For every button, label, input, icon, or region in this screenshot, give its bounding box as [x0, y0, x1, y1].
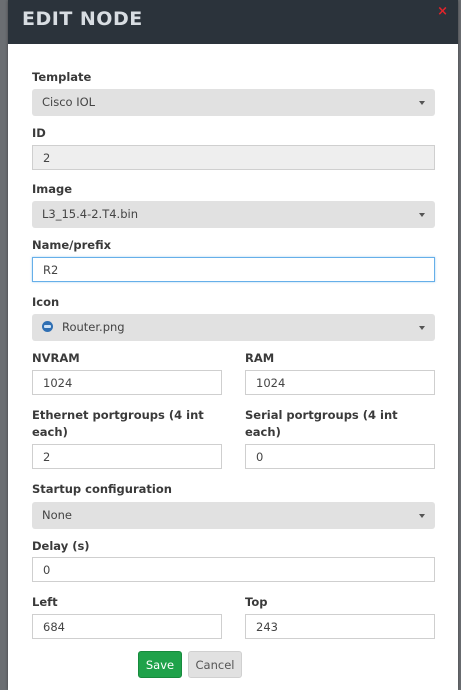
startup-select[interactable]: None [32, 502, 435, 529]
id-field [32, 145, 435, 170]
image-select[interactable]: L3_15.4-2.T4.bin [32, 201, 435, 228]
nvram-label: NVRAM [32, 351, 80, 365]
chevron-down-icon [419, 101, 425, 105]
chevron-down-icon [419, 514, 425, 518]
id-label: ID [32, 126, 46, 140]
ethernet-label: Ethernet portgroups (4 int each) [32, 408, 204, 439]
top-input[interactable] [245, 614, 435, 639]
edit-node-dialog: EDIT NODE × Template Cisco IOL ID Image … [8, 0, 458, 690]
template-label: Template [32, 70, 92, 84]
name-prefix-input[interactable] [32, 257, 435, 282]
icon-select[interactable]: Router.png [32, 314, 435, 341]
delay-label: Delay (s) [32, 539, 90, 553]
name-label: Name/prefix [32, 238, 112, 252]
left-input[interactable] [32, 614, 222, 639]
template-value: Cisco IOL [42, 95, 96, 109]
template-select[interactable]: Cisco IOL [32, 89, 435, 116]
close-icon[interactable]: × [437, 4, 448, 19]
icon-label: Icon [32, 295, 60, 309]
top-label: Top [245, 595, 268, 609]
ethernet-input[interactable] [32, 444, 222, 469]
chevron-down-icon [419, 213, 425, 217]
save-button[interactable]: Save [138, 651, 182, 678]
chevron-down-icon [419, 326, 425, 330]
image-value: L3_15.4-2.T4.bin [42, 207, 138, 221]
serial-input[interactable] [245, 444, 435, 469]
ram-input[interactable] [245, 370, 435, 395]
dialog-title: EDIT NODE [22, 8, 143, 30]
icon-value: Router.png [62, 320, 125, 334]
startup-value: None [42, 508, 73, 522]
delay-input[interactable] [32, 557, 435, 582]
router-icon [42, 321, 53, 332]
image-label: Image [32, 182, 73, 196]
left-label: Left [32, 595, 58, 609]
cancel-button[interactable]: Cancel [188, 651, 242, 678]
startup-label: Startup configuration [32, 482, 172, 496]
nvram-input[interactable] [32, 370, 222, 395]
dialog-header: EDIT NODE × [8, 0, 458, 44]
serial-label: Serial portgroups (4 int each) [245, 408, 398, 439]
ram-label: RAM [245, 351, 275, 365]
